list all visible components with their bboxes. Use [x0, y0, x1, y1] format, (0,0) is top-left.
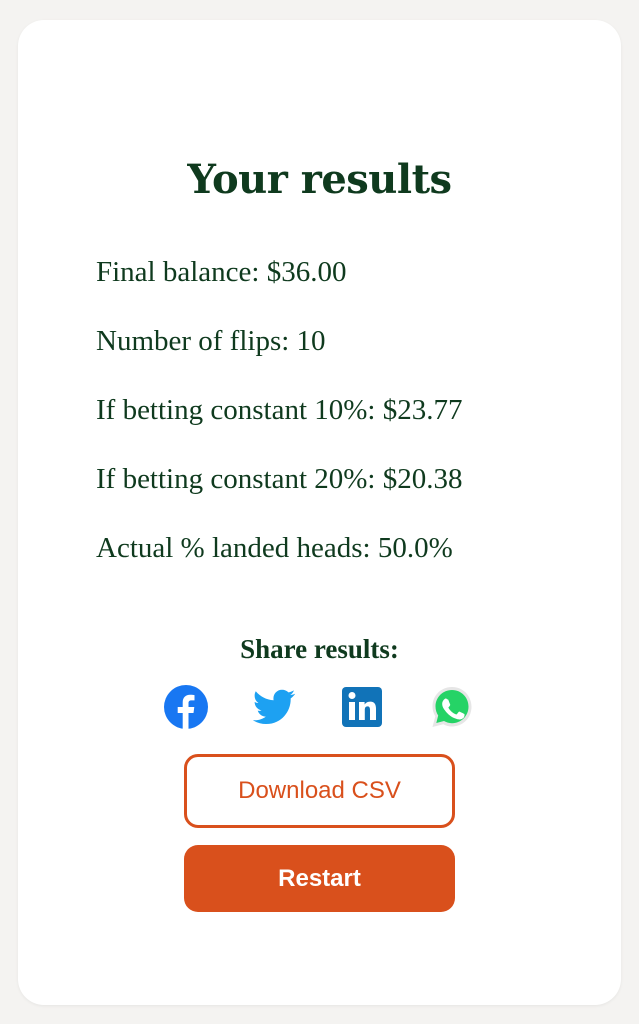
whatsapp-icon[interactable]: [429, 684, 475, 730]
results-title: Your results: [187, 156, 452, 203]
number-of-flips: Number of flips: 10: [96, 325, 326, 357]
results-card: Your results Final balance: $36.00 Numbe…: [18, 20, 621, 1005]
share-label: Share results:: [240, 634, 399, 664]
final-balance: Final balance: $36.00: [96, 256, 347, 288]
results-stats: Final balance: $36.00 Number of flips: 1…: [96, 250, 596, 595]
heads-percentage: Actual % landed heads: 50.0%: [96, 532, 453, 564]
constant-20-result: If betting constant 20%: $20.38: [96, 463, 463, 495]
linkedin-icon[interactable]: [339, 684, 385, 730]
restart-button[interactable]: Restart: [184, 845, 455, 912]
constant-10-result: If betting constant 10%: $23.77: [96, 394, 463, 426]
download-csv-button[interactable]: Download CSV: [184, 754, 455, 828]
twitter-icon[interactable]: [251, 684, 297, 730]
facebook-icon[interactable]: [163, 684, 209, 730]
share-icons: [163, 684, 493, 730]
